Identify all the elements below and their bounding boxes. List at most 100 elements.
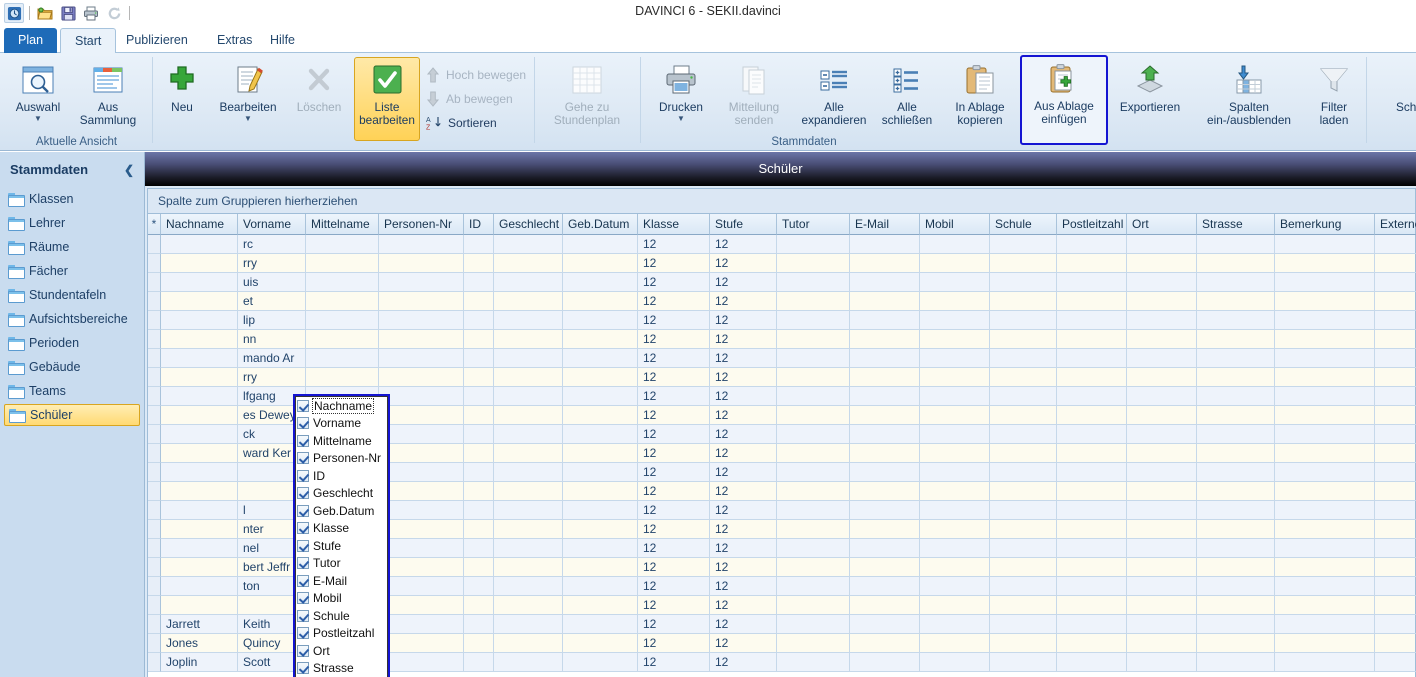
alle-expandieren-button[interactable]: Alle expandieren [796,57,872,130]
bearbeiten-button[interactable]: Bearbeiten ▼ [210,57,286,126]
checkbox-checked-icon[interactable] [297,522,309,535]
grid-header-schule[interactable]: Schule [990,214,1057,235]
column-menu-item[interactable]: Vorname [296,415,387,433]
row-selector[interactable] [148,463,161,482]
grid-header-klasse[interactable]: Klasse [638,214,710,235]
row-selector[interactable] [148,254,161,273]
row-selector[interactable] [148,330,161,349]
row-selector[interactable] [148,292,161,311]
row-selector[interactable] [148,368,161,387]
chevron-down-icon[interactable]: ▼ [677,115,685,123]
column-menu-item[interactable]: Ort [296,642,387,660]
checkbox-checked-icon[interactable] [297,539,309,552]
column-chooser-menu[interactable]: Nachname Vorname Mittelname Personen-Nr ID Ge… [295,396,388,677]
grid-header-personen-nr[interactable]: Personen-Nr [379,214,464,235]
row-selector[interactable] [148,482,161,501]
sidebar-item-aufsichtsbereiche[interactable]: Aufsichtsbereiche [4,308,140,330]
grid-header-mittelname[interactable]: Mittelname [306,214,379,235]
row-selector[interactable] [148,653,161,672]
exportieren-button[interactable]: Exportieren [1112,57,1188,117]
column-menu-item[interactable]: ID [296,467,387,485]
table-row[interactable]: rry 12 12 [148,368,1416,387]
column-menu-item[interactable]: Mobil [296,590,387,608]
column-menu-item[interactable]: Strasse [296,660,387,677]
column-menu-item[interactable]: Nachname [296,397,387,415]
row-selector[interactable] [148,406,161,425]
row-selector[interactable] [148,520,161,539]
sidebar-item-perioden[interactable]: Perioden [4,332,140,354]
row-selector[interactable] [148,596,161,615]
schluesselverzeichnisse-button[interactable]: Schlüsselverzeichnisse [1378,57,1416,117]
table-row[interactable]: nn 12 12 [148,330,1416,349]
checkbox-checked-icon[interactable] [297,609,309,622]
checkbox-checked-icon[interactable] [297,399,309,412]
checkbox-checked-icon[interactable] [297,434,309,447]
drucken-button[interactable]: Drucken ▼ [650,57,712,126]
row-selector[interactable] [148,311,161,330]
grid-header-geschlecht[interactable]: Geschlecht [494,214,563,235]
checkbox-checked-icon[interactable] [297,417,309,430]
sidebar-item-r-ume[interactable]: Räume [4,236,140,258]
tab-publizieren[interactable]: Publizieren [112,28,202,53]
alle-schliessen-button[interactable]: Alle schließen [872,57,942,130]
sidebar-item-sch-ler[interactable]: Schüler [4,404,140,426]
table-row[interactable]: et 12 12 [148,292,1416,311]
checkbox-checked-icon[interactable] [297,627,309,640]
row-selector[interactable] [148,235,161,254]
table-row[interactable]: mando Ar 12 12 [148,349,1416,368]
row-selector[interactable] [148,615,161,634]
row-selector[interactable] [148,539,161,558]
grid-header-postleitzahl[interactable]: Postleitzahl [1057,214,1127,235]
tab-plan[interactable]: Plan [4,28,58,53]
checkbox-checked-icon[interactable] [297,592,309,605]
sidebar-item-stundentafeln[interactable]: Stundentafeln [4,284,140,306]
column-menu-item[interactable]: Postleitzahl [296,625,387,643]
checkbox-checked-icon[interactable] [297,557,309,570]
table-row[interactable]: lip 12 12 [148,311,1416,330]
column-menu-item[interactable]: Stufe [296,537,387,555]
grid-header-indicator[interactable]: * [148,214,161,235]
column-menu-item[interactable]: Geschlecht [296,485,387,503]
liste-bearbeiten-button[interactable]: Liste bearbeiten [354,57,420,141]
row-selector[interactable] [148,634,161,653]
column-menu-item[interactable]: Personen-Nr [296,450,387,468]
auswahl-button[interactable]: Auswahl ▼ [9,57,67,126]
sidebar-item-f-cher[interactable]: Fächer [4,260,140,282]
checkbox-checked-icon[interactable] [297,487,309,500]
column-menu-item[interactable]: Tutor [296,555,387,573]
spalten-ein-ausblenden-button[interactable]: Spalten ein-/ausblenden [1194,57,1304,130]
row-selector[interactable] [148,273,161,292]
column-menu-item[interactable]: Geb.Datum [296,502,387,520]
checkbox-checked-icon[interactable] [297,574,309,587]
grid-header-ort[interactable]: Ort [1127,214,1197,235]
grid-header-e-mail[interactable]: E-Mail [850,214,920,235]
tab-start[interactable]: Start [60,28,117,54]
group-by-dropzone[interactable]: Spalte zum Gruppieren hierherziehen [148,189,1415,214]
sidebar-item-teams[interactable]: Teams [4,380,140,402]
row-selector[interactable] [148,387,161,406]
row-selector[interactable] [148,444,161,463]
chevron-down-icon[interactable]: ▼ [34,115,42,123]
checkbox-checked-icon[interactable] [297,662,309,675]
grid-header-bemerkung[interactable]: Bemerkung [1275,214,1375,235]
grid-header-tutor[interactable]: Tutor [777,214,850,235]
checkbox-checked-icon[interactable] [297,452,309,465]
neu-button[interactable]: Neu [158,57,206,117]
grid-header-externe-id[interactable]: Externe ID [1375,214,1416,235]
grid-header-nachname[interactable]: Nachname [161,214,238,235]
row-selector[interactable] [148,349,161,368]
row-selector[interactable] [148,558,161,577]
sortieren-button[interactable]: AZ Sortieren [426,115,497,131]
row-selector[interactable] [148,501,161,520]
table-row[interactable]: uis 12 12 [148,273,1416,292]
aus-sammlung-button[interactable]: Aus Sammlung [72,57,144,130]
sidebar-item-geb-ude[interactable]: Gebäude [4,356,140,378]
tab-hilfe[interactable]: Hilfe [256,28,309,53]
chevron-left-icon[interactable]: ❮ [124,152,134,188]
table-row[interactable]: rry 12 12 [148,254,1416,273]
grid-header-stufe[interactable]: Stufe [710,214,777,235]
filter-laden-button[interactable]: Filter laden [1306,57,1362,130]
sidebar-item-klassen[interactable]: Klassen [4,188,140,210]
column-menu-item[interactable]: E-Mail [296,572,387,590]
checkbox-checked-icon[interactable] [297,644,309,657]
